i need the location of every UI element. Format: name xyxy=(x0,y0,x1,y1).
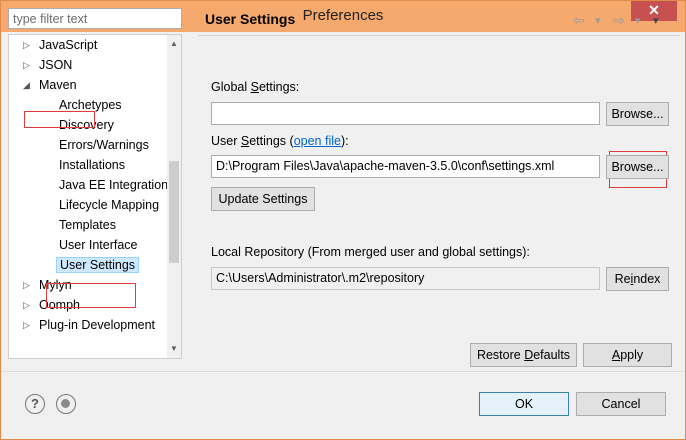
local-repository-field: C:\Users\Administrator\.m2\repository xyxy=(211,267,600,290)
tree-item-installations[interactable]: Installations xyxy=(59,155,125,175)
browse-global-button[interactable]: Browse... xyxy=(606,102,669,126)
tree-item-label: Lifecycle Mapping xyxy=(59,198,160,212)
expand-arrow-icon[interactable]: ▷ xyxy=(23,275,33,295)
scroll-down-icon[interactable]: ▼ xyxy=(167,342,181,356)
tree-item-archetypes[interactable]: Archetypes xyxy=(59,95,122,115)
header-separator xyxy=(198,35,680,36)
browse-user-button[interactable]: Browse... xyxy=(606,155,669,179)
tree-scrollbar[interactable]: ▲ ▼ xyxy=(167,35,181,358)
back-menu-icon[interactable]: ▾ xyxy=(595,14,601,27)
reindex-button[interactable]: Reindex xyxy=(606,267,669,291)
scroll-up-icon[interactable]: ▲ xyxy=(167,37,181,51)
tree-item-label: JSON xyxy=(39,58,73,72)
tree-item-label: User Interface xyxy=(59,238,138,252)
tree-item-label: Plug-in Development xyxy=(39,318,156,332)
tree-item-label: Mylyn xyxy=(39,278,72,292)
global-settings-input[interactable] xyxy=(211,102,600,125)
tree-item-label: Maven xyxy=(39,78,77,92)
expand-arrow-icon[interactable]: ▷ xyxy=(23,295,33,315)
restore-defaults-button[interactable]: Restore Defaults xyxy=(470,343,577,367)
collapse-arrow-icon[interactable]: ◢ xyxy=(23,75,33,95)
tree-item-label: JavaScript xyxy=(39,38,98,52)
tree-item-label: Discovery xyxy=(59,118,114,132)
back-arrow-icon[interactable]: ⇦ xyxy=(573,12,585,29)
tree-item-label: Archetypes xyxy=(59,98,122,112)
view-menu-icon[interactable]: ▾ xyxy=(653,14,659,27)
tree-item-errors-warnings[interactable]: Errors/Warnings xyxy=(59,135,149,155)
preference-tree: ▷ JavaScript ▷ JSON ◢ Maven Archetypes D… xyxy=(8,34,182,359)
forward-arrow-icon[interactable]: ⇨ xyxy=(613,12,625,29)
tree-item-discovery[interactable]: Discovery xyxy=(59,115,114,135)
tree-item-lifecycle-mapping[interactable]: Lifecycle Mapping xyxy=(59,195,159,215)
tree-item-label: Installations xyxy=(59,158,126,172)
tree-item-label: Errors/Warnings xyxy=(59,138,149,152)
preferences-window: Preferences ✕ ▷ JavaScript ▷ JSON ◢ Mave… xyxy=(0,0,686,440)
dialog-footer: ? OK Cancel xyxy=(1,371,685,439)
cancel-button[interactable]: Cancel xyxy=(576,392,666,416)
apply-button[interactable]: Apply xyxy=(583,343,672,367)
record-macro-icon[interactable] xyxy=(56,394,76,414)
expand-arrow-icon[interactable]: ▷ xyxy=(23,315,33,335)
tree-item-user-interface[interactable]: User Interface xyxy=(59,235,138,255)
expand-arrow-icon[interactable]: ▷ xyxy=(23,35,33,55)
tree-item-label-selected: User Settings xyxy=(56,257,140,273)
scroll-thumb[interactable] xyxy=(169,161,179,263)
tree-item-user-settings[interactable]: User Settings xyxy=(56,255,140,275)
help-icon[interactable]: ? xyxy=(25,394,45,414)
open-file-link[interactable]: open file xyxy=(294,134,341,148)
tree-item-templates[interactable]: Templates xyxy=(59,215,116,235)
tree-item-label: Java EE Integration xyxy=(59,178,169,192)
filter-input[interactable] xyxy=(8,8,182,29)
update-settings-button[interactable]: Update Settings xyxy=(211,187,315,211)
page-title: User Settings xyxy=(205,11,296,27)
global-settings-label: Global Settings: xyxy=(211,80,300,94)
tree-item-label: Templates xyxy=(59,218,116,232)
tree-item-label: Oomph xyxy=(39,298,80,312)
page-header: User Settings ⇦ ▾ ⇨ ▾ ▾ xyxy=(198,8,680,34)
ok-button[interactable]: OK xyxy=(479,392,569,416)
user-settings-label: User Settings (open file): xyxy=(211,134,349,148)
local-repository-label: Local Repository (From merged user and g… xyxy=(211,245,530,259)
forward-menu-icon[interactable]: ▾ xyxy=(635,14,641,27)
tree-item-java-ee-integration[interactable]: Java EE Integration xyxy=(59,175,168,195)
expand-arrow-icon[interactable]: ▷ xyxy=(23,55,33,75)
user-settings-input[interactable]: D:\Program Files\Java\apache-maven-3.5.0… xyxy=(211,155,600,178)
